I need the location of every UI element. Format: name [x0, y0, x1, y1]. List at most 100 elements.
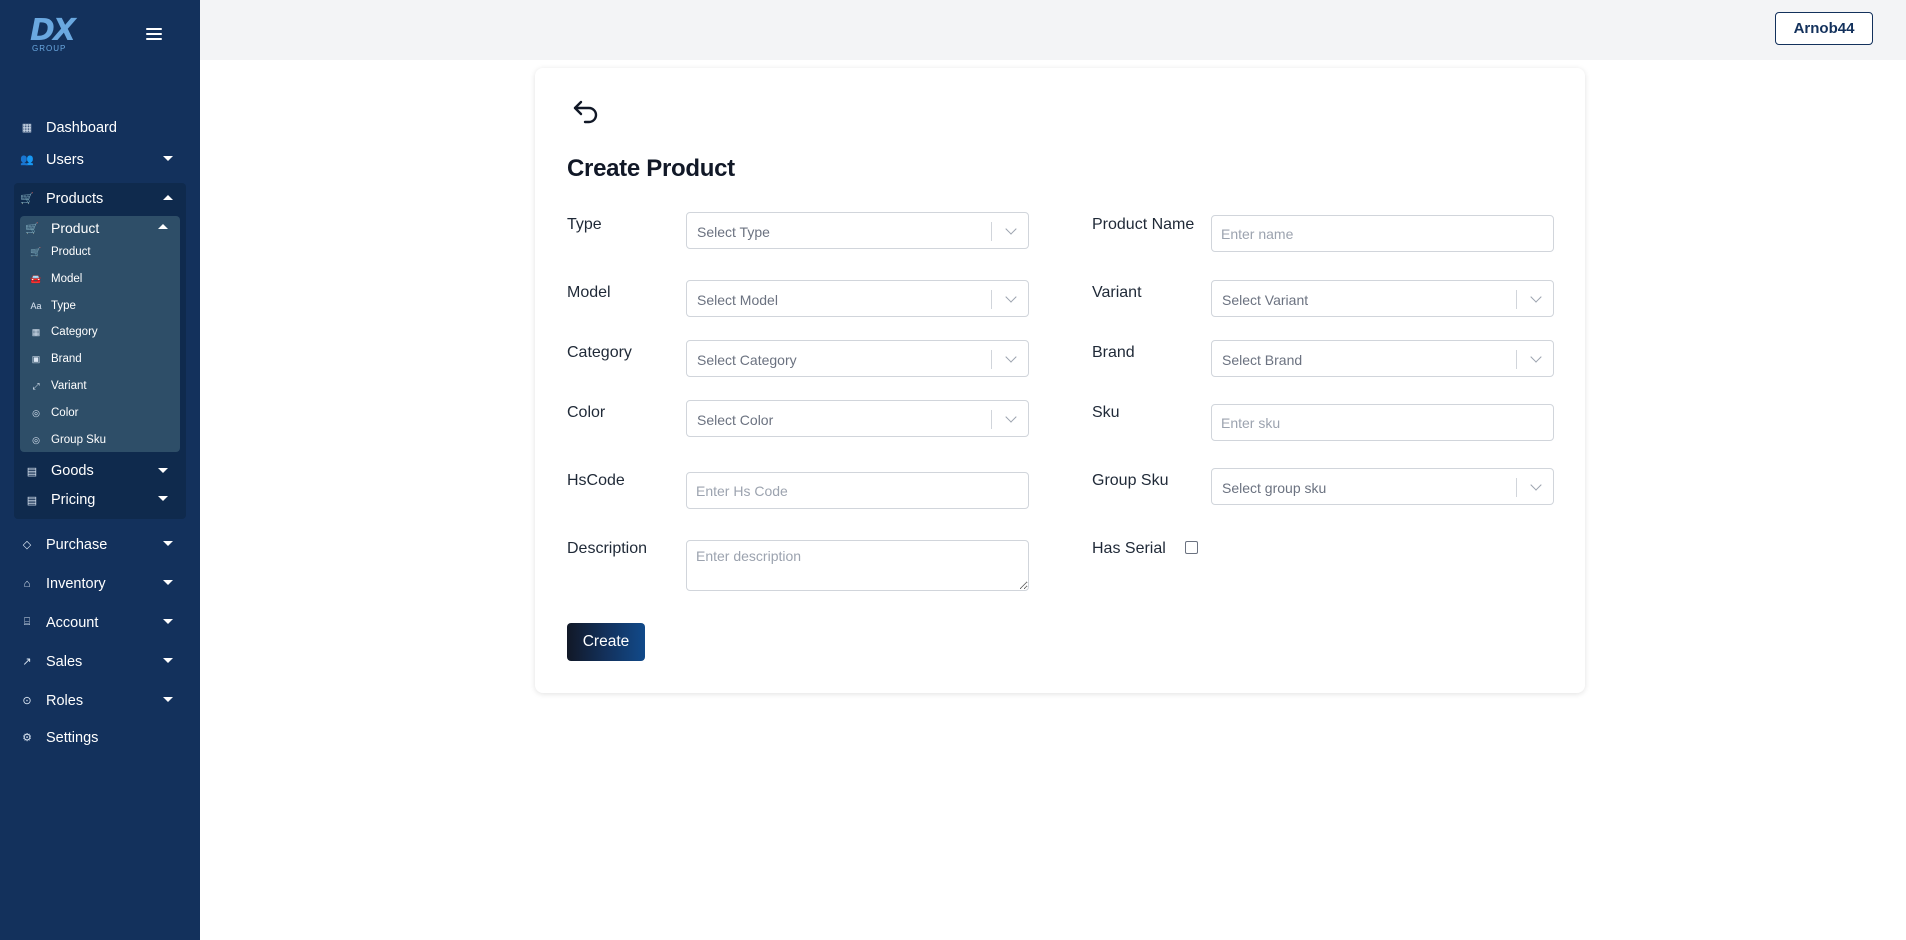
sidebar-item-label: Settings: [46, 729, 99, 746]
chevron-down-icon: [1005, 411, 1017, 423]
model-select[interactable]: Select Model: [686, 280, 1029, 317]
sidebar-subitem-category[interactable]: ▦ Category: [30, 326, 98, 338]
sidebar-item-label: Account: [46, 614, 99, 631]
back-arrow-icon[interactable]: [570, 95, 602, 127]
grid-icon: ▦: [31, 326, 41, 337]
type-select[interactable]: Select Type: [686, 212, 1029, 249]
dashboard-icon: ▦: [21, 122, 33, 134]
chevron-down-icon: [163, 541, 173, 546]
description-textarea[interactable]: [686, 540, 1029, 591]
cart-icon: 🛒: [20, 193, 34, 205]
sidebar-subitem-brand[interactable]: ▣ Brand: [30, 353, 82, 365]
sidebar-subitem-group-sku[interactable]: ◎ Group Sku: [30, 434, 106, 446]
color-select[interactable]: Select Color: [686, 400, 1029, 437]
user-menu-button[interactable]: Arnob44: [1775, 12, 1873, 45]
company-logo[interactable]: DX GROUP: [30, 14, 80, 62]
sidebar-item-label: Products: [46, 190, 104, 207]
top-bar: [200, 0, 1906, 60]
sidebar-item-label: Product: [51, 220, 100, 236]
variant-select[interactable]: Select Variant: [1211, 280, 1554, 317]
brand-select-value: Select Brand: [1222, 352, 1303, 368]
group-sku-label: Group Sku: [1092, 472, 1169, 489]
sidebar-item-label: Inventory: [46, 575, 106, 592]
product-name-input[interactable]: [1211, 215, 1554, 252]
sidebar-item-sales[interactable]: ↗ Sales: [0, 642, 200, 681]
brand-label: Brand: [1092, 344, 1135, 361]
chevron-down-icon: [163, 658, 173, 663]
logo-text: DX: [30, 13, 76, 48]
chevron-down-icon: [158, 468, 168, 473]
warehouse-icon: ⌂: [23, 577, 31, 590]
page-title: Create Product: [567, 155, 735, 182]
select-separator: [991, 222, 992, 241]
sidebar-item-label: Roles: [46, 692, 84, 709]
users-icon: 👥: [20, 154, 34, 166]
sku-label: Sku: [1092, 404, 1120, 421]
sidebar-subitem-variant[interactable]: ⤢ Variant: [30, 380, 86, 392]
sidebar-item-label: Goods: [51, 463, 94, 479]
sidebar-item-purchase[interactable]: ◇ Purchase: [0, 525, 200, 564]
sidebar-subitem-product[interactable]: 🛒 Product: [30, 246, 91, 258]
has-serial-checkbox[interactable]: [1185, 541, 1198, 554]
image-icon: ▣: [31, 353, 41, 364]
chevron-down-icon: [1005, 223, 1017, 235]
brand-select[interactable]: Select Brand: [1211, 340, 1554, 377]
product-name-label: Product Name: [1092, 216, 1195, 233]
palette-icon: ◎: [32, 407, 40, 418]
chevron-down-icon: [1530, 479, 1542, 491]
select-separator: [1516, 350, 1517, 369]
sidebar-item-label: Dashboard: [46, 119, 117, 136]
variant-label: Variant: [1092, 284, 1142, 301]
sidebar-subitem-label: Type: [51, 300, 76, 312]
sidebar-item-users[interactable]: 👥 Users: [0, 140, 200, 179]
expand-icon: ⤢: [32, 380, 40, 391]
chevron-down-icon: [1530, 351, 1542, 363]
sidebar-item-account[interactable]: ⌸ Account: [0, 603, 200, 642]
model-label: Model: [567, 284, 611, 301]
pricing-icon: ▤: [26, 494, 38, 507]
target-icon: ⊙: [22, 695, 32, 707]
description-label: Description: [567, 540, 648, 557]
sidebar-subitem-label: Group Sku: [51, 434, 106, 446]
category-label: Category: [567, 344, 632, 361]
sidebar-item-settings[interactable]: ⚙ Settings: [0, 718, 200, 757]
menu-toggle-icon[interactable]: [146, 28, 162, 41]
sidebar: DX GROUP ▦ Dashboard 👥 Users 🛒 Products …: [0, 0, 200, 940]
select-separator: [1516, 478, 1517, 497]
bank-icon: ⌸: [23, 616, 31, 628]
tag-icon: ◇: [22, 539, 32, 551]
has-serial-label: Has Serial: [1092, 540, 1166, 557]
sidebar-subitem-type[interactable]: Aa Type: [30, 300, 76, 312]
sidebar-subitem-color[interactable]: ◎ Color: [30, 407, 78, 419]
hscode-label: HsCode: [567, 472, 625, 489]
category-select[interactable]: Select Category: [686, 340, 1029, 377]
chevron-down-icon: [163, 156, 173, 161]
car-icon: 🚘: [30, 273, 42, 284]
select-separator: [1516, 290, 1517, 309]
gear-icon: ⚙: [22, 732, 32, 744]
color-select-value: Select Color: [697, 412, 774, 428]
sidebar-subitem-label: Product: [51, 246, 91, 258]
sidebar-subitem-model[interactable]: 🚘 Model: [30, 273, 82, 285]
sidebar-item-roles[interactable]: ⊙ Roles: [0, 681, 200, 720]
sidebar-item-inventory[interactable]: ⌂ Inventory: [0, 564, 200, 603]
sidebar-subitem-label: Color: [51, 407, 79, 419]
sidebar-subitem-label: Model: [51, 273, 83, 285]
hscode-input[interactable]: [686, 472, 1029, 509]
text-type-icon: Aa: [30, 301, 42, 311]
group-sku-select[interactable]: Select group sku: [1211, 468, 1554, 505]
chevron-up-icon: [163, 195, 173, 200]
sidebar-item-label: Users: [46, 151, 84, 168]
model-select-value: Select Model: [697, 292, 778, 308]
sidebar-item-product-group[interactable]: 🛒 Product: [5, 208, 195, 248]
sidebar-item-label: Sales: [46, 653, 83, 670]
chart-icon: ↗: [22, 656, 32, 668]
sku-input[interactable]: [1211, 404, 1554, 441]
sidebar-item-label: Pricing: [51, 492, 96, 508]
create-button[interactable]: Create: [567, 623, 645, 661]
category-select-value: Select Category: [697, 352, 797, 368]
sidebar-item-pricing[interactable]: ▤ Pricing: [5, 480, 200, 520]
chevron-down-icon: [163, 580, 173, 585]
sidebar-subitem-label: Category: [51, 326, 98, 338]
chevron-down-icon: [163, 619, 173, 624]
